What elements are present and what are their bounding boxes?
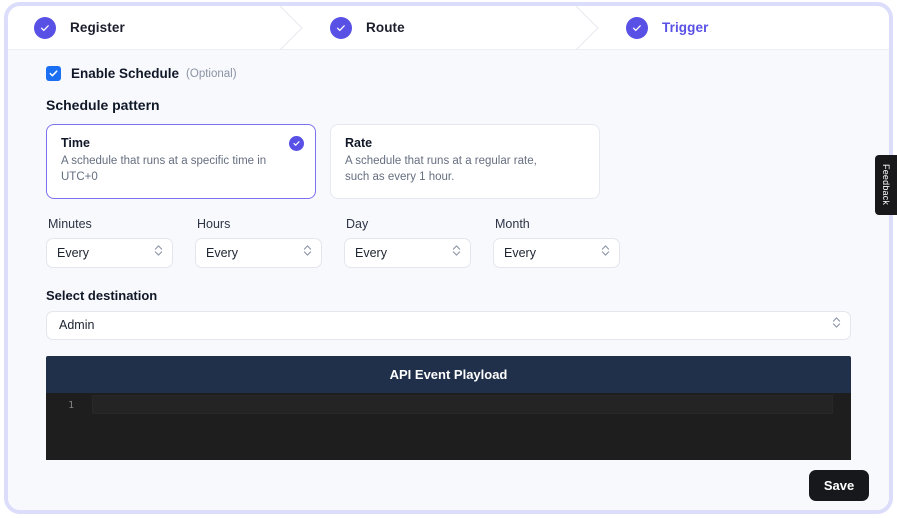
editor-title: API Event Playload	[389, 366, 508, 382]
wizard-step-header: Register Route Trigger	[8, 6, 889, 50]
chevron-up-down-icon	[601, 243, 610, 262]
wizard-step-route[interactable]: Route	[304, 6, 600, 50]
feedback-tab[interactable]: Feedback	[875, 155, 897, 215]
minutes-select[interactable]: Every	[46, 237, 173, 268]
enable-schedule-checkbox[interactable]	[46, 66, 61, 81]
month-select[interactable]: Every	[493, 237, 620, 268]
selected-check-icon	[289, 136, 304, 151]
step-separator-chevron-icon	[278, 6, 304, 50]
modal-footer: Save	[8, 460, 889, 510]
cron-field-label: Month	[495, 216, 530, 231]
wizard-step-label: Route	[366, 20, 405, 35]
cron-field-label: Hours	[197, 216, 231, 231]
pattern-option-description: A schedule that runs at a regular rate, …	[345, 155, 537, 183]
enable-schedule-label: Enable Schedule	[71, 66, 180, 81]
check-circle-icon	[330, 16, 352, 39]
cron-field-label: Minutes	[48, 216, 92, 231]
step-separator-chevron-icon	[574, 6, 600, 50]
check-circle-icon	[626, 16, 648, 39]
chevron-up-down-icon	[452, 243, 461, 262]
cron-field-label: Day	[346, 216, 369, 231]
wizard-step-register[interactable]: Register	[8, 6, 304, 50]
pattern-option-description: A schedule that runs at a specific time …	[61, 155, 267, 183]
select-destination-label: Select destination	[46, 287, 158, 303]
select-value: Every	[206, 245, 238, 260]
enable-schedule-optional-hint: (Optional)	[186, 67, 237, 80]
modal-focus-ring: Register Route Trigger Enable Schedule (…	[4, 2, 893, 514]
destination-select[interactable]: Admin	[46, 310, 851, 340]
schedule-pattern-title: Schedule pattern	[46, 97, 160, 113]
editor-header: API Event Playload	[46, 355, 851, 393]
select-value: Admin	[59, 318, 95, 333]
chevron-up-down-icon	[303, 243, 312, 262]
save-button[interactable]: Save	[809, 469, 869, 501]
select-value: Every	[504, 245, 536, 260]
pattern-option-time[interactable]: Time A schedule that runs at a specific …	[46, 124, 316, 199]
pattern-option-title: Rate	[345, 136, 373, 150]
cron-fields: Minutes Every Hours Every Day Every Mont…	[46, 217, 851, 268]
cron-field-minutes: Minutes Every	[46, 217, 173, 268]
trigger-modal-card: Register Route Trigger Enable Schedule (…	[8, 6, 889, 510]
select-value: Every	[57, 245, 89, 260]
wizard-step-label: Trigger	[662, 20, 709, 35]
pattern-option-title: Time	[61, 136, 90, 150]
chevron-up-down-icon	[154, 243, 163, 262]
feedback-tab-label: Feedback	[881, 164, 891, 206]
schedule-pattern-options: Time A schedule that runs at a specific …	[46, 124, 851, 199]
app-root: Register Route Trigger Enable Schedule (…	[0, 0, 897, 518]
check-circle-icon	[34, 16, 56, 39]
cron-field-month: Month Every	[493, 217, 620, 268]
hours-select[interactable]: Every	[195, 237, 322, 268]
wizard-step-label: Register	[70, 20, 125, 35]
trigger-form-body: Enable Schedule (Optional) Schedule patt…	[8, 50, 889, 510]
cron-field-hours: Hours Every	[195, 217, 322, 268]
wizard-step-trigger[interactable]: Trigger	[600, 6, 889, 49]
enable-schedule-row[interactable]: Enable Schedule (Optional)	[46, 66, 851, 81]
editor-line: 1	[46, 397, 851, 414]
chevron-up-down-icon	[832, 316, 841, 335]
day-select[interactable]: Every	[344, 237, 471, 268]
select-value: Every	[355, 245, 387, 260]
pattern-option-rate[interactable]: Rate A schedule that runs at a regular r…	[330, 124, 600, 199]
editor-line-number: 1	[68, 399, 74, 411]
cron-field-day: Day Every	[344, 217, 471, 268]
